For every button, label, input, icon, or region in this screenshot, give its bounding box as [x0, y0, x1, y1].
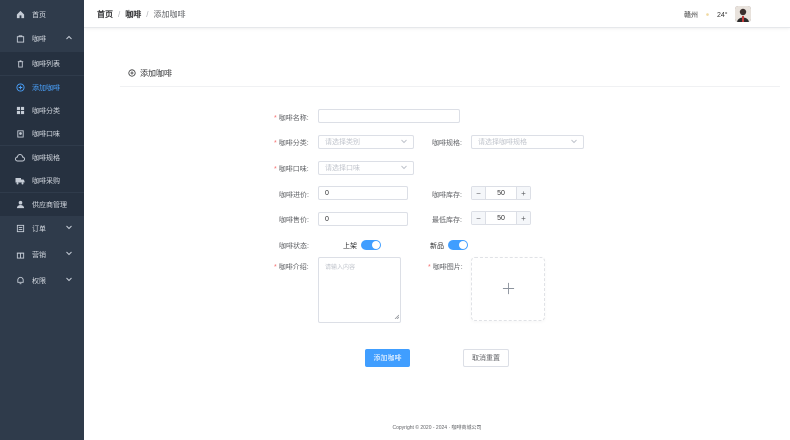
- coffee-name-input[interactable]: [318, 109, 460, 123]
- purchase-price-input[interactable]: 0: [318, 186, 408, 200]
- breadcrumb-current: 添加咖啡: [153, 10, 186, 19]
- category-label: * 咖啡分类:: [274, 140, 309, 147]
- sidebar-item-permissions[interactable]: 权限: [0, 269, 84, 292]
- flavor-select[interactable]: 请选择口味: [318, 161, 414, 175]
- sidebar: 首页 咖啡 咖啡列表 添加咖啡 咖啡分类 咖啡口味 咖啡规格 咖啡采购 供应商管…: [0, 0, 84, 440]
- chevron-down-icon: [401, 139, 407, 146]
- category-select[interactable]: 请选择类别: [318, 135, 414, 149]
- truck-icon: [15, 176, 25, 186]
- sidebar-item-label: 添加咖啡: [32, 84, 60, 92]
- plus-circle-icon: [128, 68, 136, 79]
- plus-circle-icon: [15, 83, 25, 93]
- intro-textarea[interactable]: 请输入内容: [318, 257, 401, 323]
- add-coffee-button[interactable]: 添加咖啡: [365, 349, 410, 367]
- weather-temperature: 24°: [717, 11, 728, 19]
- badge-icon: [15, 129, 25, 139]
- divider: [120, 86, 780, 87]
- breadcrumb-coffee[interactable]: 咖啡: [125, 9, 141, 20]
- intro-label: * 咖啡介绍:: [274, 264, 309, 271]
- sidebar-item-label: 咖啡口味: [32, 130, 60, 138]
- sidebar-item-label: 营销: [32, 251, 46, 259]
- sidebar-item-label: 咖啡规格: [32, 154, 60, 162]
- chevron-down-icon: [571, 139, 577, 146]
- sidebar-item-label: 咖啡采购: [32, 177, 60, 185]
- sidebar-item-coffee-purchase[interactable]: 咖啡采购: [0, 169, 84, 192]
- decrement-button[interactable]: −: [472, 212, 486, 224]
- sidebar-item-coffee-flavor[interactable]: 咖啡口味: [0, 122, 84, 145]
- switch-knob: [372, 241, 380, 249]
- chevron-down-icon: [66, 277, 72, 284]
- top-header: 首页 / 咖啡 / 添加咖啡 赣州 24°: [84, 0, 790, 28]
- sidebar-item-coffee-spec[interactable]: 咖啡规格: [0, 146, 84, 169]
- chevron-down-icon: [66, 251, 72, 258]
- sidebar-item-label: 首页: [32, 11, 46, 19]
- doc-icon: [15, 224, 25, 234]
- gift-icon: [15, 250, 25, 260]
- breadcrumb-home[interactable]: 首页: [97, 9, 113, 20]
- spec-label: 咖啡规格:: [432, 140, 462, 147]
- avatar[interactable]: [735, 6, 751, 22]
- sidebar-item-marketing[interactable]: 营销: [0, 243, 84, 266]
- form-title-text: 添加咖啡: [140, 69, 172, 78]
- name-label: * 咖啡名称:: [274, 115, 309, 122]
- stock-label: 咖啡库存:: [432, 192, 462, 199]
- weather-city: 赣州: [684, 12, 698, 19]
- status-label: 咖啡状态:: [279, 243, 309, 250]
- purchase-price-label: 咖啡进价:: [279, 192, 309, 199]
- image-label: * 咖啡图片:: [428, 264, 463, 271]
- spec-select[interactable]: 请选择咖啡规格: [471, 135, 584, 149]
- sidebar-item-label: 订单: [32, 225, 46, 233]
- new-product-switch[interactable]: [448, 240, 468, 250]
- weather-widget: 赣州 24°: [684, 10, 728, 20]
- sidebar-item-add-coffee[interactable]: 添加咖啡: [0, 76, 84, 99]
- chevron-down-icon: [66, 225, 72, 232]
- sidebar-item-coffee-category[interactable]: 咖啡分类: [0, 99, 84, 122]
- sidebar-item-label: 权限: [32, 277, 46, 285]
- grid-icon: [15, 106, 25, 116]
- sidebar-item-home[interactable]: 首页: [0, 3, 84, 26]
- sidebar-item-label: 供应商管理: [32, 201, 67, 209]
- flavor-label: * 咖啡口味:: [274, 166, 309, 173]
- min-stock-stepper[interactable]: − 50 +: [471, 211, 531, 225]
- cloud-icon: [15, 153, 25, 163]
- form-title: 添加咖啡: [128, 68, 172, 79]
- user-icon: [15, 200, 25, 210]
- sidebar-item-coffee[interactable]: 咖啡: [0, 27, 84, 50]
- trash-icon: [15, 59, 25, 69]
- sale-price-label: 咖啡售价:: [279, 217, 309, 224]
- footer-copyright: Copyright © 2020 - 2024 · 咖啡商城公司: [392, 425, 482, 431]
- resize-grip-icon[interactable]: [394, 314, 400, 321]
- bag-icon: [15, 34, 25, 44]
- plus-icon: [502, 282, 515, 297]
- sale-price-input[interactable]: 0: [318, 212, 408, 226]
- increment-button[interactable]: +: [516, 187, 530, 199]
- sidebar-item-orders[interactable]: 订单: [0, 217, 84, 240]
- bell-icon: [15, 276, 25, 286]
- sidebar-item-label: 咖啡: [32, 35, 46, 43]
- sidebar-item-coffee-list[interactable]: 咖啡列表: [0, 52, 84, 75]
- breadcrumb-separator: /: [146, 10, 149, 19]
- increment-button[interactable]: +: [516, 212, 530, 224]
- new-label: 新品: [430, 243, 444, 250]
- sidebar-item-label: 咖啡列表: [32, 60, 60, 68]
- chevron-up-icon: [66, 35, 72, 42]
- breadcrumb-separator: /: [118, 10, 121, 19]
- min-stock-value[interactable]: 50: [486, 215, 516, 222]
- image-uploader[interactable]: [471, 257, 545, 321]
- on-shelf-label: 上架: [343, 243, 357, 250]
- sun-icon: [704, 11, 711, 20]
- switch-knob: [459, 241, 467, 249]
- home-icon: [15, 10, 25, 20]
- reset-button[interactable]: 取消重置: [463, 349, 509, 367]
- decrement-button[interactable]: −: [472, 187, 486, 199]
- on-shelf-switch[interactable]: [361, 240, 381, 250]
- chevron-down-icon: [401, 165, 407, 172]
- sidebar-item-label: 咖啡分类: [32, 107, 60, 115]
- sidebar-item-supplier[interactable]: 供应商管理: [0, 193, 84, 216]
- stock-stepper[interactable]: − 50 +: [471, 186, 531, 200]
- breadcrumb: 首页 / 咖啡 / 添加咖啡: [97, 9, 185, 20]
- stock-value[interactable]: 50: [486, 190, 516, 197]
- min-stock-label: 最低库存:: [432, 217, 462, 224]
